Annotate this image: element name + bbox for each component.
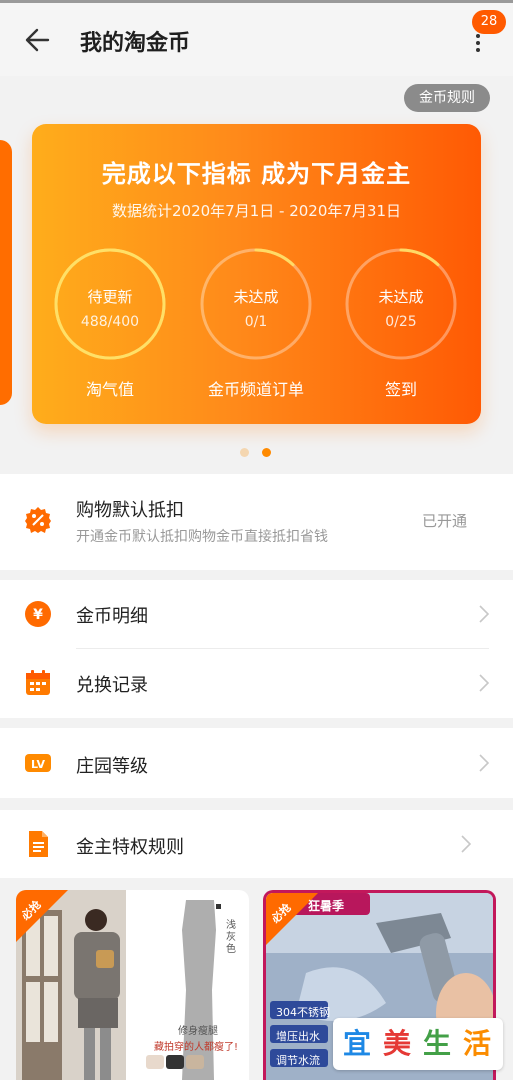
deduction-row[interactable]: 购物默认抵扣 开通金币默认抵扣购物金币直接抵扣省钱 已开通 <box>0 474 513 570</box>
calendar-icon <box>24 669 52 697</box>
product-caption: 304不锈钢 <box>276 1006 330 1019</box>
previous-card-peek[interactable] <box>0 140 12 405</box>
metric-label: 金币频道订单 <box>207 380 304 399</box>
menu-label: 金币明细 <box>76 606 148 627</box>
metric-status: 未达成 <box>233 288 279 306</box>
pager-dot[interactable] <box>240 448 249 457</box>
metric-naughty-value: 待更新 488/400 淘气值 <box>50 244 170 399</box>
watermark-char: 宜 <box>342 1027 371 1060</box>
back-arrow-icon[interactable] <box>24 23 54 57</box>
metric-value: 0/25 <box>385 314 417 330</box>
watermark-char: 活 <box>462 1027 491 1060</box>
metric-status: 未达成 <box>378 288 424 306</box>
deduction-status: 已开通 <box>421 512 467 530</box>
menu-item-coin-detail[interactable]: ¥ 金币明细 <box>0 580 513 648</box>
card-subtitle: 数据统计2020年7月1日 - 2020年7月31日 <box>111 202 401 220</box>
more-options-icon[interactable] <box>472 31 484 57</box>
product-caption: 修身瘦腿 <box>178 1026 218 1037</box>
percent-badge-icon <box>24 506 52 534</box>
watermark-char: 美 <box>382 1027 411 1060</box>
menu-label: 兑换记录 <box>76 675 148 696</box>
chevron-right-icon <box>478 604 490 624</box>
product-caption: 浅灰色 <box>226 920 236 955</box>
chevron-right-icon <box>460 834 472 854</box>
metric-channel-orders: 未达成 0/1 金币频道订单 <box>196 244 316 399</box>
coin-rules-button[interactable]: 金币规则 <box>404 84 490 112</box>
app-header: 我的淘金币 28 <box>0 0 513 76</box>
menu-item-manor-level[interactable]: LV 庄园等级 <box>0 728 513 798</box>
svg-text:¥: ¥ <box>33 607 43 623</box>
card-title: 完成以下指标 成为下月金主 <box>101 160 412 188</box>
metric-status: 待更新 <box>87 288 133 306</box>
watermark-char: 生 <box>422 1027 451 1060</box>
chevron-right-icon <box>478 753 490 773</box>
svg-text:LV: LV <box>31 758 45 771</box>
product-caption: 增压出水 <box>276 1030 320 1043</box>
document-icon <box>24 830 52 858</box>
menu-item-exchange-record[interactable]: 兑换记录 <box>0 649 513 718</box>
menu-group-coins: ¥ 金币明细 兑换记录 <box>0 580 513 718</box>
product-caption: 调节水流 <box>276 1054 320 1067</box>
deduction-desc: 开通金币默认抵扣购物金币直接抵扣省钱 <box>76 529 328 545</box>
deduction-title: 购物默认抵扣 <box>76 500 184 521</box>
watermark-logo: 宜 美 生 活 <box>333 1018 503 1070</box>
metric-label: 淘气值 <box>85 380 134 399</box>
chevron-right-icon <box>478 673 490 693</box>
metric-value: 0/1 <box>244 314 268 330</box>
pager-dot-active[interactable] <box>262 448 271 457</box>
goal-card[interactable]: 完成以下指标 成为下月金主 数据统计2020年7月1日 - 2020年7月31日… <box>32 124 481 424</box>
menu-label: 庄园等级 <box>76 756 148 777</box>
metric-sign-in: 未达成 0/25 签到 <box>341 244 461 399</box>
menu-item-privilege-rules[interactable]: 金主特权规则 <box>0 810 513 878</box>
metric-label: 签到 <box>384 380 417 399</box>
page-title: 我的淘金币 <box>80 31 191 56</box>
metric-value: 488/400 <box>80 314 140 330</box>
product-card[interactable]: 必抢 浅灰色 修身瘦腿 藏拍穿的人都瘦了! <box>16 890 249 1080</box>
notification-badge: 28 <box>472 10 506 34</box>
yen-coin-icon: ¥ <box>24 600 52 628</box>
product-caption: 藏拍穿的人都瘦了! <box>154 1042 239 1053</box>
product-badge: 狂暑季 <box>308 899 345 913</box>
level-lv-icon: LV <box>24 749 52 777</box>
menu-label: 金主特权规则 <box>76 837 184 858</box>
